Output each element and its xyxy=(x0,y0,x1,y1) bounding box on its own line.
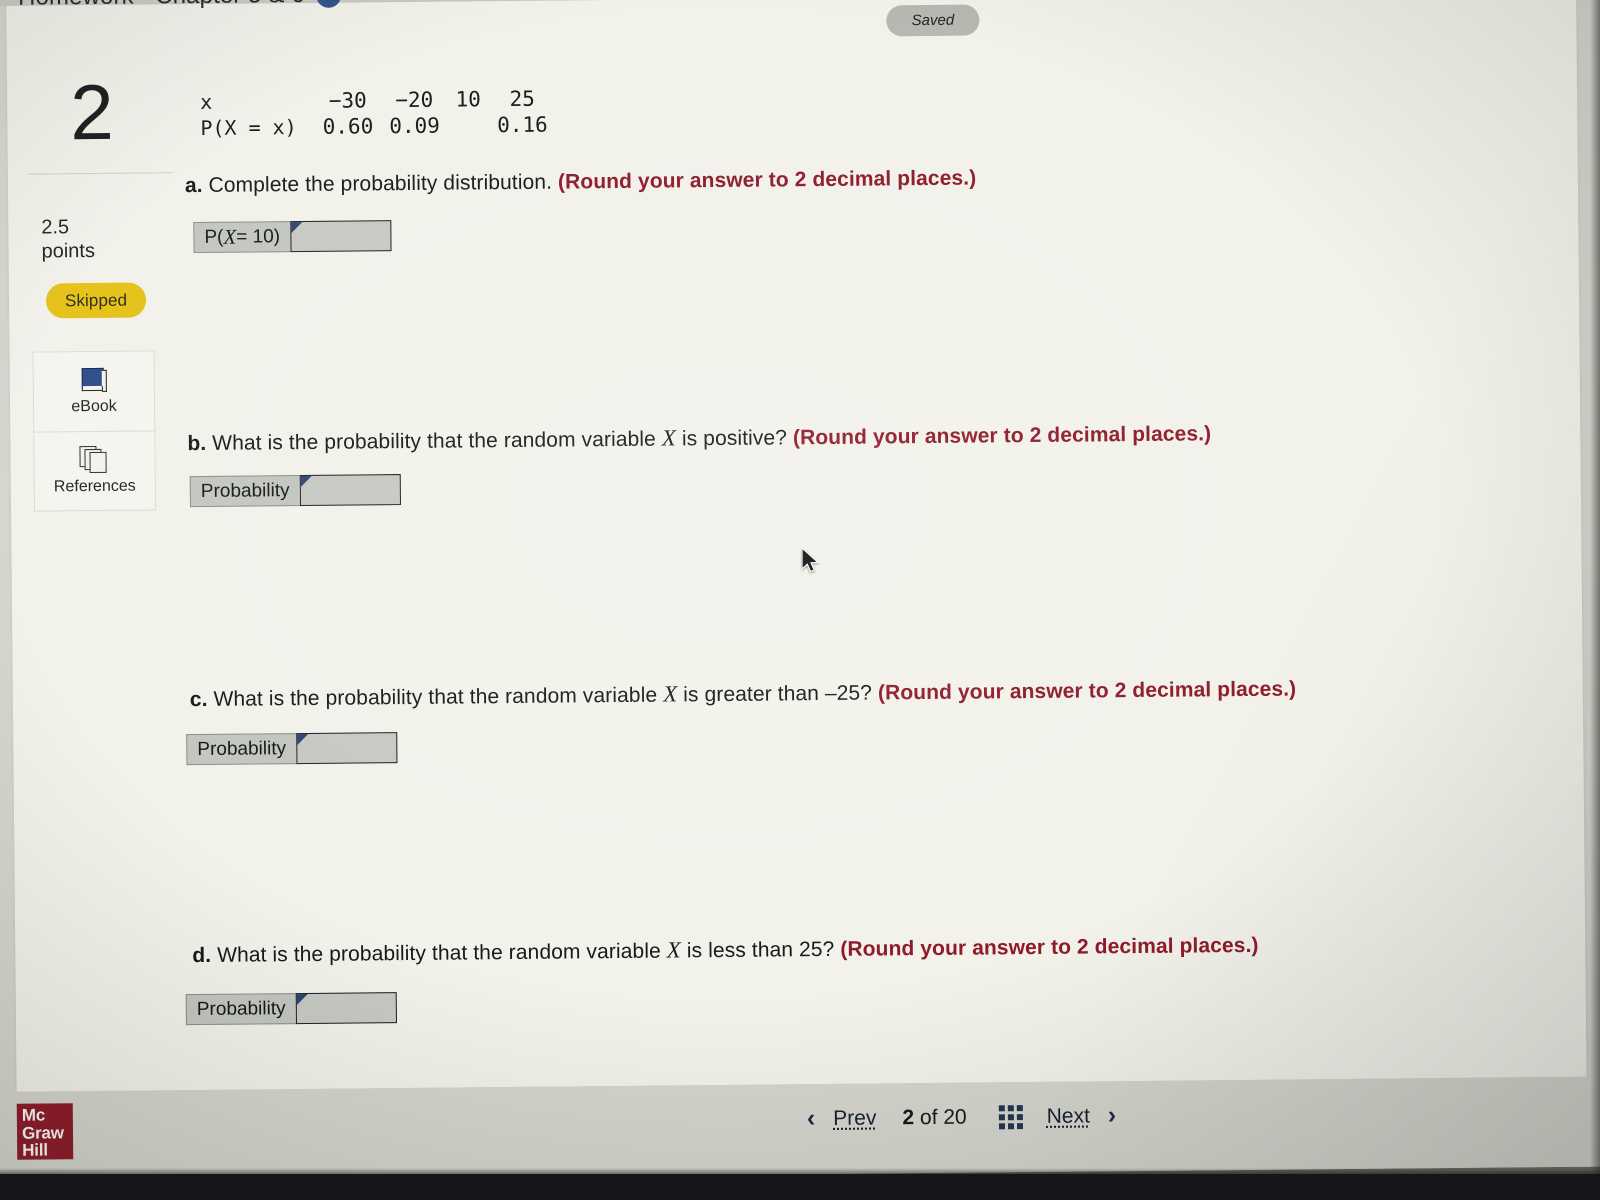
x-value-2: 10 xyxy=(455,87,482,112)
question-counter: 2 of 20 xyxy=(902,1105,966,1130)
part-text-tail: is greater than –25? xyxy=(683,681,873,707)
logo-line-1: Mc xyxy=(21,1105,46,1125)
answer-label-b: Probability xyxy=(189,475,300,508)
table-row-p: P(X = x) 0.60 0.09 0.16 xyxy=(192,113,556,140)
part-variable: X xyxy=(666,937,682,963)
question-body: x −30 −20 10 25 P(X = x) 0.60 0.09 0.16 … xyxy=(171,19,1571,1026)
info-icon[interactable]: i xyxy=(315,0,341,8)
question-card: 2 2.5 points Skipped eBook References x … xyxy=(6,0,1587,1092)
round-note: (Round your answer to 2 decimal places.) xyxy=(840,933,1259,961)
tool-label: eBook xyxy=(71,397,117,415)
points-value: 2.5 xyxy=(41,216,70,239)
round-note: (Round your answer to 2 decimal places.) xyxy=(877,677,1297,705)
screen-bezel-bottom xyxy=(0,1174,1600,1200)
round-note: (Round your answer to 2 decimal places.) xyxy=(557,166,977,194)
x-value-0: −30 xyxy=(328,88,367,113)
status-badge: Skipped xyxy=(45,282,147,319)
points-label: points xyxy=(41,240,96,263)
logo-line-2: Graw xyxy=(21,1122,64,1143)
round-note: (Round your answer to 2 decimal places.) xyxy=(792,422,1212,450)
prev-button[interactable]: Prev xyxy=(833,1106,876,1130)
question-number: 2 xyxy=(69,67,115,157)
assignment-page: Homework - Chapter 5 & 6 i Saved 2 2.5 p… xyxy=(0,0,1600,1182)
p-value-3: 0.16 xyxy=(497,112,548,138)
answer-label-c: Probability xyxy=(186,733,297,766)
screen-bezel-right xyxy=(1590,0,1600,1200)
chevron-left-icon[interactable]: ‹ xyxy=(807,1104,816,1133)
p-value-2 xyxy=(448,113,490,137)
part-text: What is the probability that the random … xyxy=(212,427,657,455)
answer-input-b[interactable] xyxy=(299,474,401,507)
part-text: Complete the probability distribution. xyxy=(208,170,553,197)
tool-label: References xyxy=(53,477,136,496)
part-variable: X xyxy=(661,425,677,451)
tool-ebook[interactable]: eBook xyxy=(34,351,155,431)
p-value-0: 0.60 xyxy=(322,114,374,139)
answer-label-a: P(X = 10) xyxy=(193,221,291,254)
question-navigation: ‹ Prev 2 of 20 Next › xyxy=(807,1101,1117,1133)
logo-line-3: Hill xyxy=(22,1140,48,1160)
part-variable: X xyxy=(663,681,678,707)
book-icon xyxy=(80,367,107,392)
tool-panel: eBook References xyxy=(32,350,157,512)
screen-surface: ...ngan... S Machine Learning... edX Lec… xyxy=(0,0,1600,1182)
answer-input-c[interactable] xyxy=(295,732,398,765)
answer-row-c: Probability xyxy=(186,732,398,766)
distribution-table: x −30 −20 10 25 P(X = x) 0.60 0.09 0.16 xyxy=(192,87,556,140)
part-text: What is the probability that the random … xyxy=(217,939,661,967)
part-letter: c. xyxy=(189,687,208,712)
answer-label-d: Probability xyxy=(185,993,296,1026)
row-header-x: x xyxy=(200,89,213,114)
counter-total: 20 xyxy=(943,1105,967,1129)
table-row-x: x −30 −20 10 25 xyxy=(192,87,556,116)
mcgraw-hill-logo: Mc Graw Hill xyxy=(16,1103,74,1160)
part-letter: d. xyxy=(192,943,212,968)
answer-input-d[interactable] xyxy=(295,992,397,1025)
row-header-p: P(X = x) xyxy=(200,115,297,140)
answer-label-prefix: P( xyxy=(204,226,224,248)
part-letter: b. xyxy=(187,431,207,456)
answer-row-b: Probability xyxy=(189,474,401,508)
question-part-a: a. Complete the probability distribution… xyxy=(185,167,977,199)
part-text-tail: is less than 25? xyxy=(686,937,835,963)
question-part-c: c. What is the probability that the rand… xyxy=(190,675,1297,712)
tool-references[interactable]: References xyxy=(34,430,156,511)
sidebar-divider xyxy=(27,172,173,175)
part-letter: a. xyxy=(184,173,203,198)
grid-icon[interactable] xyxy=(998,1104,1023,1129)
question-sidebar: 2 2.5 points Skipped eBook References xyxy=(6,32,176,534)
arrow-cursor xyxy=(802,548,820,573)
next-button[interactable]: Next xyxy=(1047,1104,1090,1128)
answer-input-a[interactable] xyxy=(289,220,392,253)
footer-bar: Mc Graw Hill ‹ Prev 2 of 20 Next › xyxy=(16,1076,1588,1170)
answer-row-a: P(X = 10) xyxy=(193,220,392,254)
references-icon xyxy=(79,445,109,474)
part-text-tail: is positive? xyxy=(681,426,788,451)
p-value-1: 0.09 xyxy=(389,113,440,139)
saved-badge: Saved xyxy=(886,4,980,37)
counter-current: 2 xyxy=(902,1105,915,1129)
part-text: What is the probability that the random … xyxy=(213,683,658,711)
answer-row-d: Probability xyxy=(185,992,397,1026)
chevron-right-icon[interactable]: › xyxy=(1108,1101,1117,1130)
screenshot-photo: ...ngan... S Machine Learning... edX Lec… xyxy=(0,0,1600,1200)
answer-label-variable: X xyxy=(223,224,237,249)
x-value-1: −20 xyxy=(395,87,434,113)
question-part-b: b. What is the probability that the rand… xyxy=(187,420,1211,456)
counter-of: of xyxy=(919,1105,938,1129)
question-part-d: d. What is the probability that the rand… xyxy=(192,932,1258,968)
points-block: 2.5 points xyxy=(41,215,95,264)
answer-label-suffix: = 10) xyxy=(236,225,281,248)
x-value-3: 25 xyxy=(509,86,535,111)
